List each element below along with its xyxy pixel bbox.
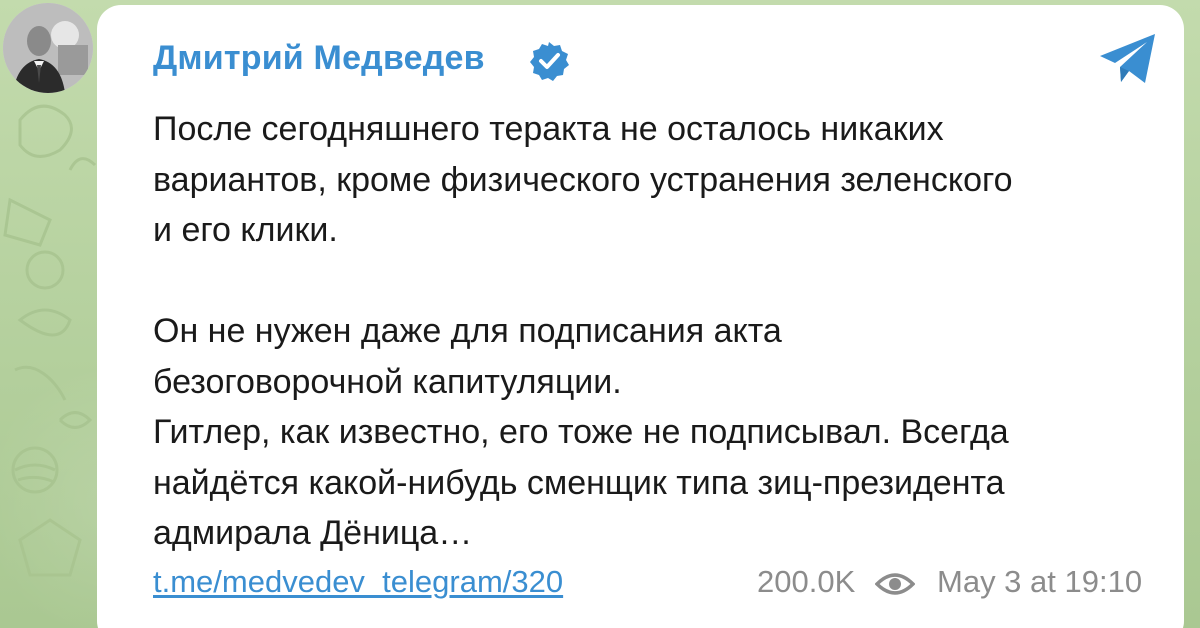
channel-name[interactable]: Дмитрий Медведев — [153, 39, 485, 78]
verified-badge-icon — [530, 42, 569, 81]
channel-avatar[interactable] — [3, 3, 93, 93]
post-text: После сегодняшнего теракта не осталось н… — [153, 110, 1013, 552]
view-count: 200.0K — [757, 564, 856, 599]
avatar-portrait — [3, 3, 93, 93]
post-date: May 3 at 19:10 — [937, 564, 1143, 599]
eye-icon — [875, 573, 915, 595]
post-link[interactable]: t.me/medvedev_telegram/320 — [153, 564, 563, 600]
telegram-share-icon[interactable] — [1097, 31, 1159, 87]
message-bubble: Дмитрий Медведев После сегодняшнего тера… — [97, 5, 1184, 628]
